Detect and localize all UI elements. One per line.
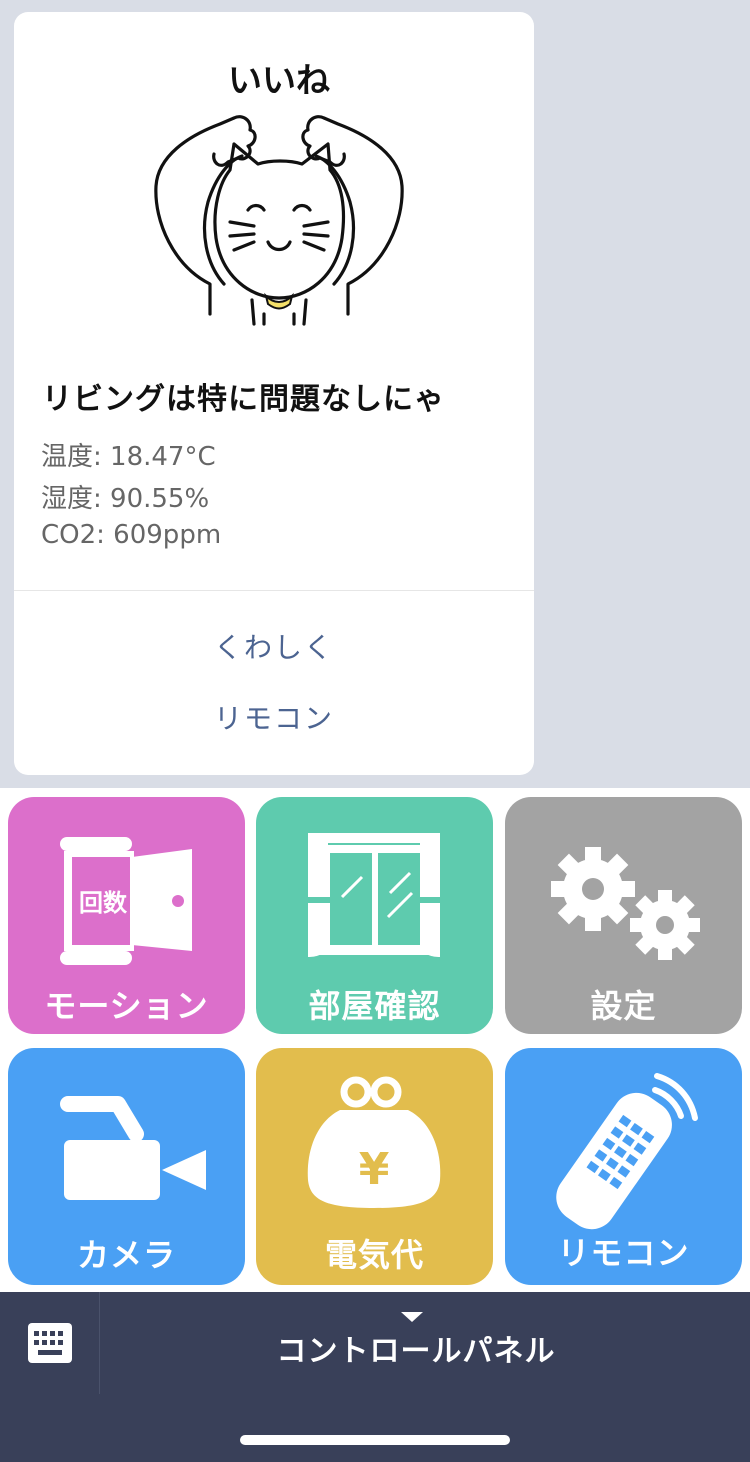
motion-tile[interactable]: 回数 モーション <box>8 797 245 1034</box>
details-button[interactable]: くわしく <box>14 626 534 666</box>
control-panel-toggle[interactable]: コントロールパネル <box>101 1292 750 1394</box>
count-badge-text: 回数 <box>79 889 128 917</box>
motion-label: モーション <box>44 987 209 1025</box>
card-divider <box>14 590 534 591</box>
room-check-tile[interactable]: 部屋確認 <box>256 797 493 1034</box>
keyboard-button[interactable] <box>0 1292 100 1394</box>
message-card: いいね リビングは特に問題なしにゃ 温度: 18.47°C 湿度: 90.55%… <box>14 12 534 775</box>
remote-tile[interactable]: リモコン <box>505 1048 742 1285</box>
remote-label: リモコン <box>557 1234 690 1272</box>
chat-area: いいね リビングは特に問題なしにゃ 温度: 18.47°C 湿度: 90.55%… <box>0 0 750 788</box>
settings-label: 設定 <box>590 987 657 1025</box>
electricity-cost-label: 電気代 <box>324 1236 424 1274</box>
temperature-text: 温度: 18.47°C <box>41 442 216 472</box>
card-title: リビングは特に問題なしにゃ <box>42 382 445 417</box>
home-indicator <box>240 1435 510 1445</box>
room-check-label: 部屋確認 <box>308 987 441 1025</box>
camera-label: カメラ <box>76 1236 176 1274</box>
co2-text: CO2: 609ppm <box>41 520 222 550</box>
sticker-text: いいね <box>228 61 330 101</box>
settings-tile[interactable]: 設定 <box>505 797 742 1034</box>
humidity-text: 湿度: 90.55% <box>41 484 210 514</box>
electricity-cost-tile[interactable]: ¥ 電気代 <box>256 1048 493 1285</box>
caret-down-icon <box>401 1312 423 1322</box>
remote-button[interactable]: リモコン <box>14 697 534 737</box>
cat-sticker-image: いいね <box>154 61 404 326</box>
yen-badge-text: ¥ <box>359 1144 390 1195</box>
keyboard-icon <box>28 1323 72 1363</box>
camera-tile[interactable]: カメラ <box>8 1048 245 1285</box>
control-panel-label: コントロールパネル <box>276 1334 556 1369</box>
bottom-bar: コントロールパネル <box>0 1292 750 1462</box>
